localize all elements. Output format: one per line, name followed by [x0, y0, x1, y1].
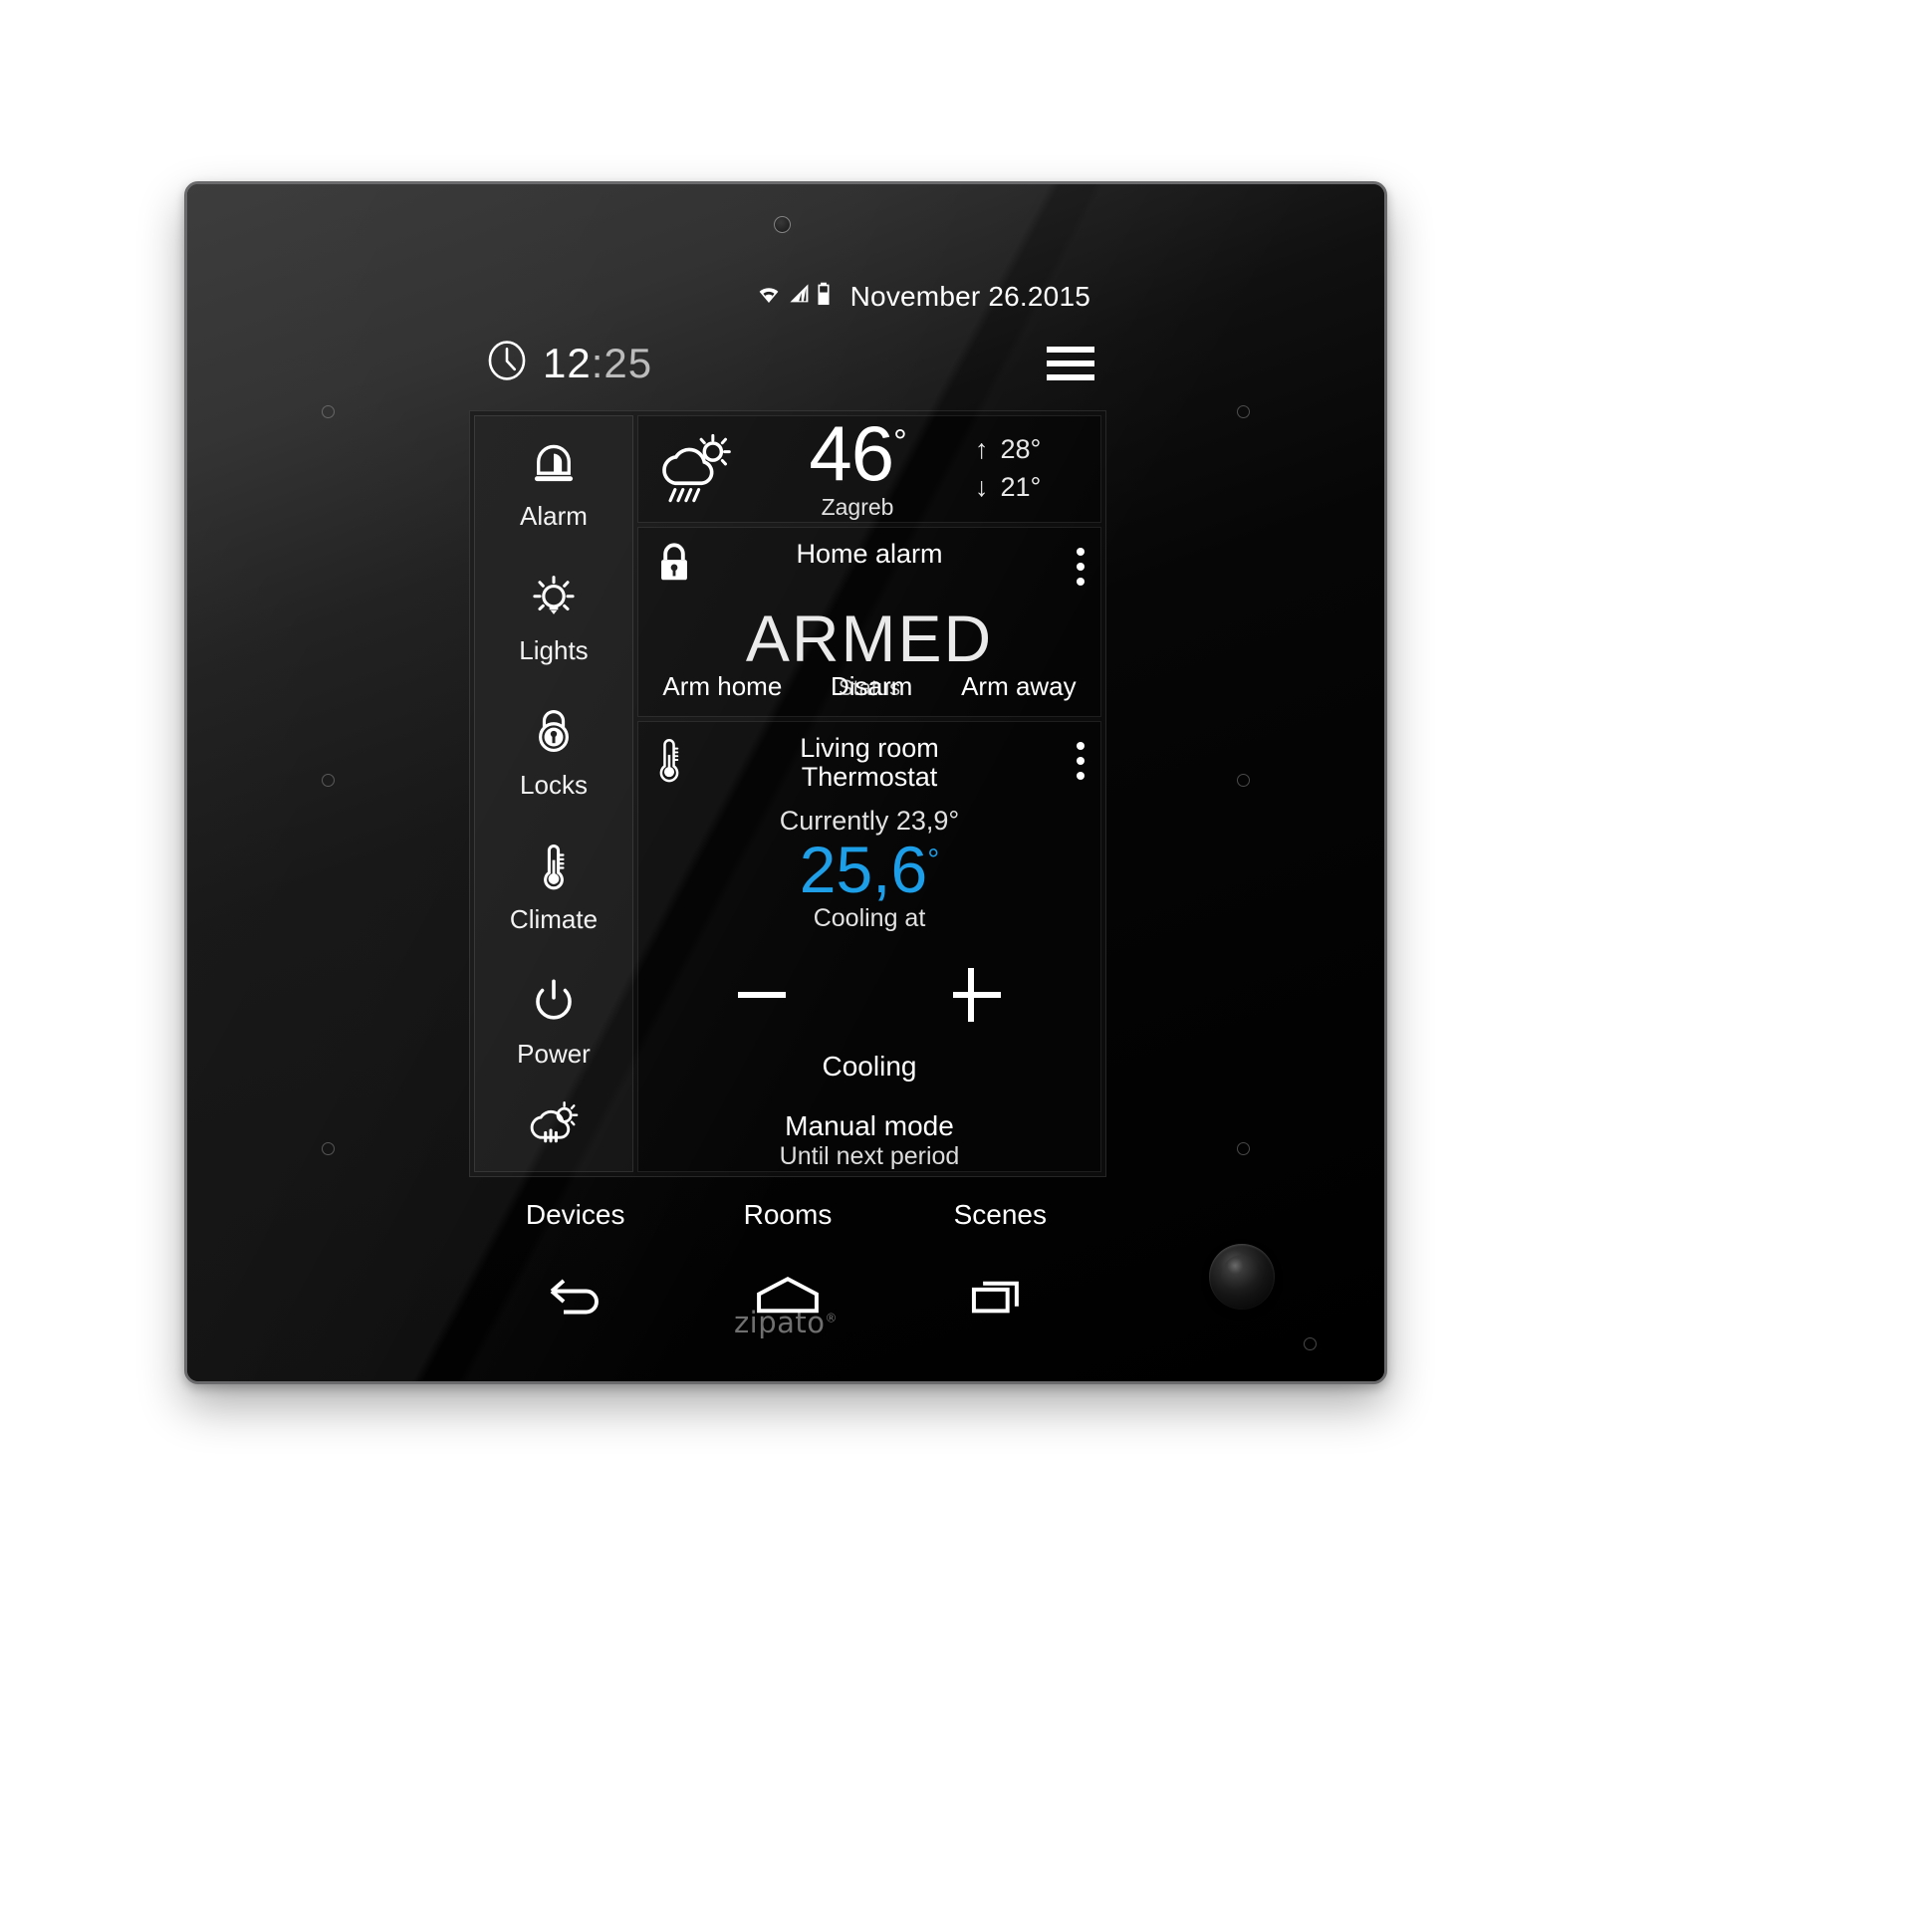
sidebar-item-alarm[interactable]: Alarm: [475, 416, 632, 551]
alarm-status-value: ARMED: [745, 601, 994, 675]
padlock-round-icon: [526, 704, 582, 760]
header-bar: 12:25: [485, 339, 1094, 387]
wifi-icon: [754, 281, 784, 313]
weather-high-arrow: ↑: [975, 434, 989, 465]
overflow-menu-icon-thermostat[interactable]: [1041, 734, 1085, 780]
weather-low-row: ↓ 21°: [975, 472, 1085, 503]
touchscreen-ui: November 26.2015 12:25 Alarm Lights Lock…: [469, 259, 1106, 1381]
bottom-tab-bar: Devices Rooms Scenes: [469, 1199, 1106, 1231]
alarm-card-header: Home alarm: [654, 538, 1085, 586]
zipato-wall-panel-device: zipato® November 26.2015 12:25 Alarm Lig…: [184, 181, 1387, 1384]
clock-time: 12:25: [543, 340, 652, 387]
cellular-signal-icon: [788, 281, 812, 313]
weather-high-row: ↑ 28°: [975, 434, 1085, 465]
status-bar: November 26.2015: [754, 281, 1090, 313]
weather-card[interactable]: 46° Zagreb ↑ 28° ↓ 21°: [637, 414, 1101, 523]
overflow-menu-icon-alarm[interactable]: [1041, 540, 1085, 586]
camera-dot-icon: [774, 216, 791, 233]
clock-icon: [485, 339, 529, 387]
sidebar-item-label-alarm: Alarm: [520, 501, 588, 531]
weather-low-value: 21°: [1000, 472, 1042, 503]
sidebar-item-label-power: Power: [517, 1039, 591, 1069]
thermometer-icon-thermostat: [654, 734, 698, 784]
arm-away-button[interactable]: Arm away: [961, 671, 1077, 702]
mounting-dot-mid-right: [1237, 774, 1250, 787]
recent-apps-icon[interactable]: [894, 1273, 1106, 1319]
sidebar-item-weather[interactable]: [475, 1088, 632, 1158]
thermostat-schedule-detail: Until next period: [779, 1142, 960, 1170]
sidebar-item-power[interactable]: Power: [475, 954, 632, 1088]
weather-high-low: ↑ 28° ↓ 21°: [975, 427, 1085, 510]
weather-temp-value: 46: [809, 408, 894, 497]
home-hardware-button[interactable]: [1209, 1244, 1275, 1310]
back-arrow-icon[interactable]: [469, 1273, 681, 1319]
home-alarm-card: Home alarm ARMED Status Arm home Disarm …: [637, 526, 1101, 717]
power-icon: [526, 973, 582, 1029]
mounting-dot-top-right: [1237, 405, 1250, 418]
weather-city: Zagreb: [821, 494, 894, 521]
sidebar-item-label-lights: Lights: [519, 635, 589, 665]
thermostat-title-line2: Thermostat: [801, 761, 938, 792]
weather-high-value: 28°: [1000, 434, 1042, 465]
category-sidebar[interactable]: Alarm Lights Locks Climate Power: [474, 415, 633, 1172]
android-navigation-bar: [469, 1273, 1106, 1319]
sidebar-item-locks[interactable]: Locks: [475, 685, 632, 820]
thermostat-card-header: Living room Thermostat: [654, 732, 1085, 792]
thermostat-card-title: Living room Thermostat: [698, 732, 1041, 792]
clock-hours: 12: [543, 339, 592, 386]
battery-icon: [816, 281, 832, 313]
sidebar-item-label-locks: Locks: [520, 770, 588, 800]
mounting-dot-top-left: [322, 405, 335, 418]
weather-main: 46° Zagreb: [740, 414, 975, 521]
clock-minutes: :25: [591, 339, 653, 386]
status-date: November 26.2015: [849, 281, 1090, 312]
disarm-button[interactable]: Disarm: [831, 671, 912, 702]
mounting-dot-mid-left: [322, 774, 335, 787]
clock-widget[interactable]: 12:25: [485, 339, 652, 387]
thermostat-target-label: Cooling at: [813, 904, 926, 932]
thermometer-icon: [526, 839, 582, 894]
weather-low-arrow: ↓: [975, 472, 989, 503]
hamburger-menu-icon[interactable]: [1047, 346, 1094, 380]
tab-scenes[interactable]: Scenes: [894, 1199, 1106, 1231]
thermostat-schedule-mode[interactable]: Manual mode: [654, 1110, 1085, 1142]
weather-cloud-sun-rain-icon: [525, 1095, 583, 1151]
status-icons: [754, 281, 832, 313]
alarm-card-title: Home alarm: [796, 538, 943, 569]
thermostat-target-value: 25,6: [799, 833, 928, 906]
thermostat-target-degree: °: [927, 844, 940, 876]
app-content-frame: Alarm Lights Locks Climate Power 46° Zag…: [469, 410, 1106, 1177]
mounting-dot-bottom-right: [1237, 1142, 1250, 1155]
cloud-sun-rain-icon: [654, 431, 740, 507]
tab-devices[interactable]: Devices: [469, 1199, 681, 1231]
alarm-actions: Arm home Disarm Arm away: [638, 671, 1100, 702]
padlock-closed-icon: [654, 540, 698, 586]
thermostat-target-temperature: 25,6°: [654, 837, 1085, 902]
thermostat-steppers: [654, 965, 1085, 1025]
arm-home-button[interactable]: Arm home: [662, 671, 782, 702]
home-icon[interactable]: [681, 1273, 893, 1319]
thermostat-card: Living room Thermostat Currently 23,9° 2…: [637, 720, 1101, 1172]
weather-degree-symbol: °: [893, 422, 907, 461]
sidebar-item-label-climate: Climate: [509, 904, 599, 934]
thermostat-mode[interactable]: Cooling: [654, 1051, 1085, 1083]
lightbulb-icon: [526, 570, 582, 625]
siren-icon: [526, 435, 582, 491]
mounting-dot-bottom-left: [322, 1142, 335, 1155]
weather-temperature: 46°: [740, 414, 975, 492]
sidebar-item-lights[interactable]: Lights: [475, 551, 632, 685]
screenshot-stage: zipato® November 26.2015 12:25 Alarm Lig…: [0, 0, 1932, 1932]
thermostat-title-line1: Living room: [800, 732, 939, 763]
minus-icon[interactable]: [732, 965, 792, 1025]
plus-icon[interactable]: [947, 965, 1007, 1025]
cards-column: 46° Zagreb ↑ 28° ↓ 21° Home alarm ARMED …: [637, 414, 1101, 1172]
sidebar-item-climate[interactable]: Climate: [475, 820, 632, 954]
tab-rooms[interactable]: Rooms: [681, 1199, 893, 1231]
